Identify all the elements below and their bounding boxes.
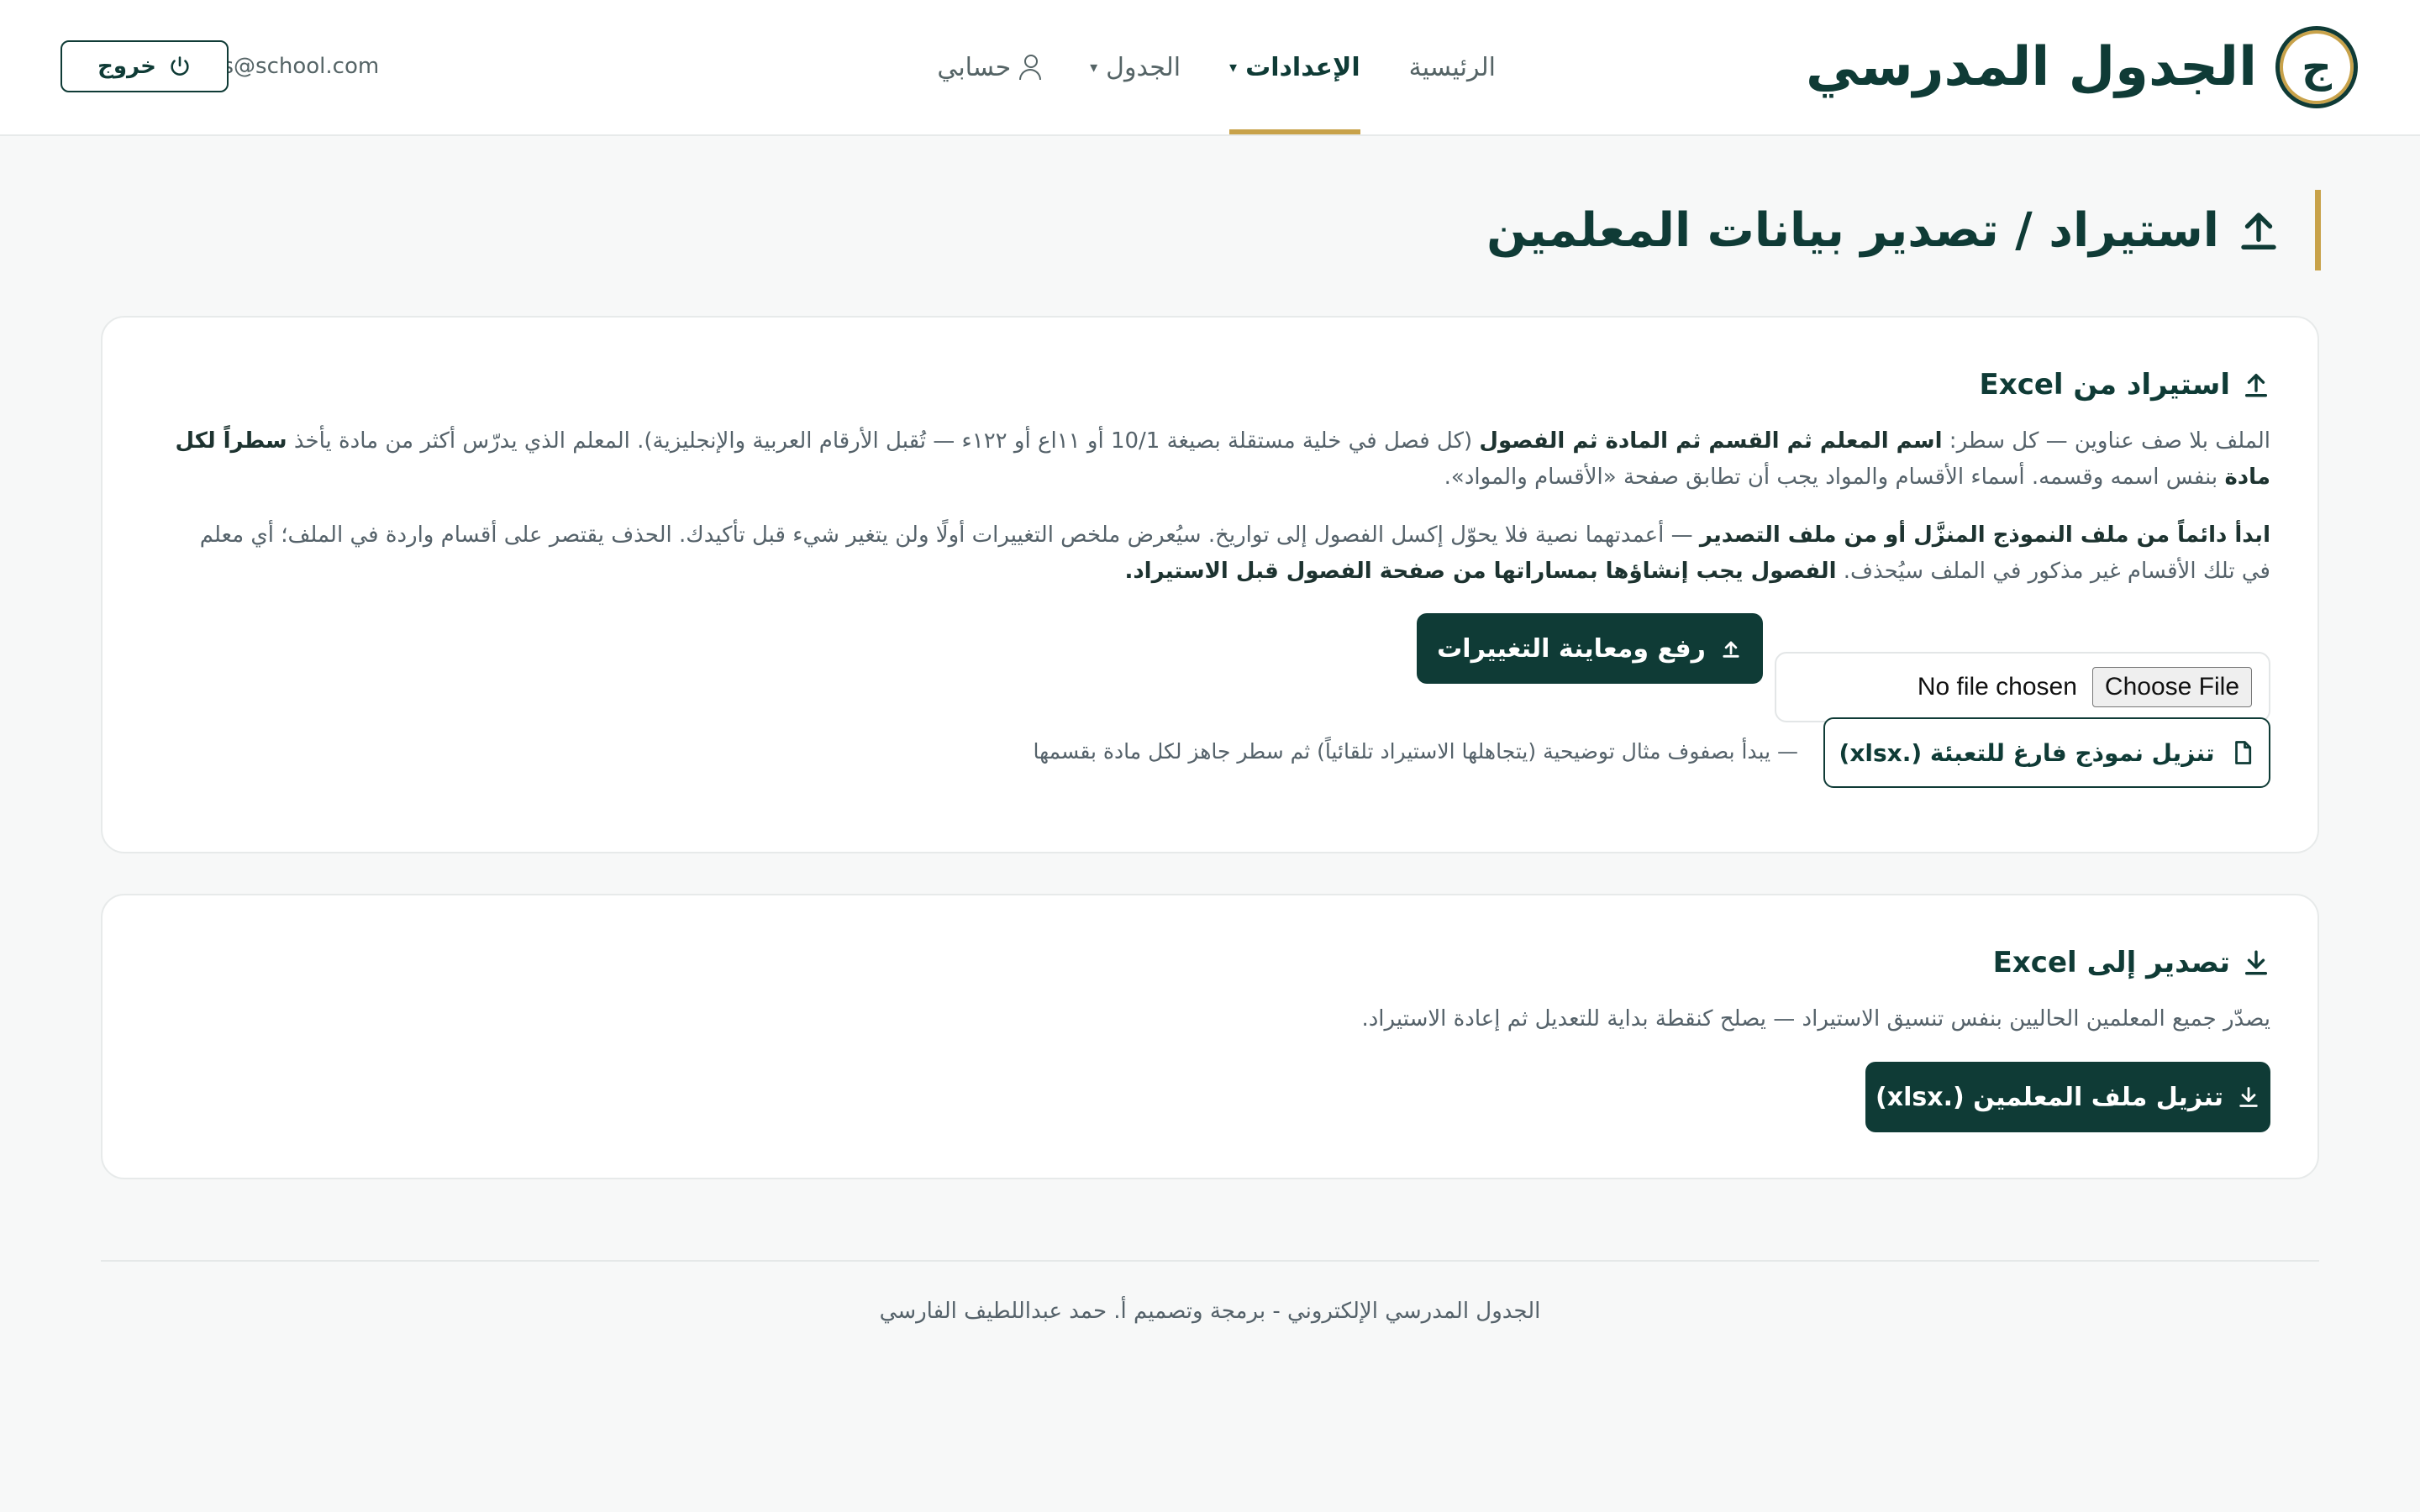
main-nav: الرئيسية الإعدادات ▾ الجدول ▾ حسابي [937,0,1496,134]
download-icon [2242,948,2270,977]
page-heading: استيراد / تصدير بيانات المعلمين [1486,190,2321,270]
choose-file-button[interactable]: Choose File [2091,667,2252,707]
template-hint: — يبدأ بصفوف مثال توضيحية (يتجاهلها الاس… [1033,739,1798,764]
nav-account[interactable]: حسابي [937,0,1042,134]
user-icon [1019,55,1042,80]
upload-icon [2236,207,2281,253]
nav-home-label: الرئيسية [1408,52,1496,82]
logout-button[interactable]: خروج [60,40,229,92]
import-warning: ابدأ دائماً من ملف النموذج المنزَّل أو م… [170,517,2270,590]
file-status: No file chosen [1917,673,2077,701]
brand-logo: ج [2275,26,2358,108]
download-icon [2237,1085,2260,1109]
download-template-button[interactable]: تنزيل نموذج فارغ للتعبئة (.xlsx) [1823,717,2270,788]
export-description: يصدّر جميع المعلمين الحاليين بنفس تنسيق … [1361,1006,2270,1032]
import-title: استيراد من Excel [1980,368,2270,402]
upload-preview-button[interactable]: رفع ومعاينة التغييرات [1417,613,1763,684]
brand[interactable]: ج الجدول المدرسي [1806,25,2358,109]
nav-schedule-label: الجدول [1106,52,1181,82]
power-icon [168,55,192,78]
footer-credit: الجدول المدرسي الإلكتروني - برمجة وتصميم… [879,1299,1541,1324]
export-title: تصدير إلى Excel [1993,946,2270,979]
export-card: تصدير إلى Excel يصدّر جميع المعلمين الحا… [101,894,2319,1179]
upload-preview-label: رفع ومعاينة التغييرات [1437,633,1706,664]
chevron-down-icon: ▾ [1090,58,1098,76]
import-warning-start: ابدأ دائماً من ملف النموذج المنزَّل أو م… [1699,522,2270,548]
page-title: استيراد / تصدير بيانات المعلمين [1486,202,2219,258]
download-teachers-label: تنزيل ملف المعلمين (.xlsx) [1876,1082,2223,1112]
import-desc-part: بنفس اسمه وقسمه. أسماء الأقسام والمواد ي… [1444,465,2225,490]
upload-icon [1719,637,1743,660]
chevron-down-icon: ▾ [1229,58,1238,76]
download-template-label: تنزيل نموذج فارغ للتعبئة (.xlsx) [1839,738,2215,767]
import-desc-part: الملف بلا صف عناوين — كل سطر: [1942,428,2270,454]
footer-divider [101,1260,2319,1262]
user-email: hs@school.com [208,54,380,79]
file-input[interactable]: Choose File No file chosen [1775,652,2270,722]
nav-account-label: حسابي [937,52,1012,82]
import-format-description: الملف بلا صف عناوين — كل سطر: اسم المعلم… [170,423,2271,496]
logout-label: خروج [97,54,156,79]
import-card: استيراد من Excel الملف بلا صف عناوين — ك… [101,316,2319,853]
file-icon [2230,739,2255,766]
download-teachers-button[interactable]: تنزيل ملف المعلمين (.xlsx) [1865,1062,2270,1132]
import-desc-part: (كل فصل في خلية مستقلة بصيغة 10/1 أو ١١ا… [287,428,1480,454]
top-navbar: ج الجدول المدرسي الرئيسية الإعدادات ▾ ال… [0,0,2420,136]
nav-home[interactable]: الرئيسية [1409,0,1496,134]
nav-schedule[interactable]: الجدول ▾ [1090,0,1181,134]
nav-settings[interactable]: الإعدادات ▾ [1229,0,1360,134]
import-desc-columns: اسم المعلم ثم القسم ثم المادة ثم الفصول [1479,428,1943,454]
export-title-label: تصدير إلى Excel [1992,946,2230,979]
import-warning-classes: الفصول يجب إنشاؤها بمساراتها من صفحة الف… [1124,559,1837,584]
upload-icon [2242,370,2270,399]
brand-title: الجدول المدرسي [1805,36,2257,98]
import-title-label: استيراد من Excel [1979,368,2230,402]
nav-settings-label: الإعدادات [1245,52,1360,82]
